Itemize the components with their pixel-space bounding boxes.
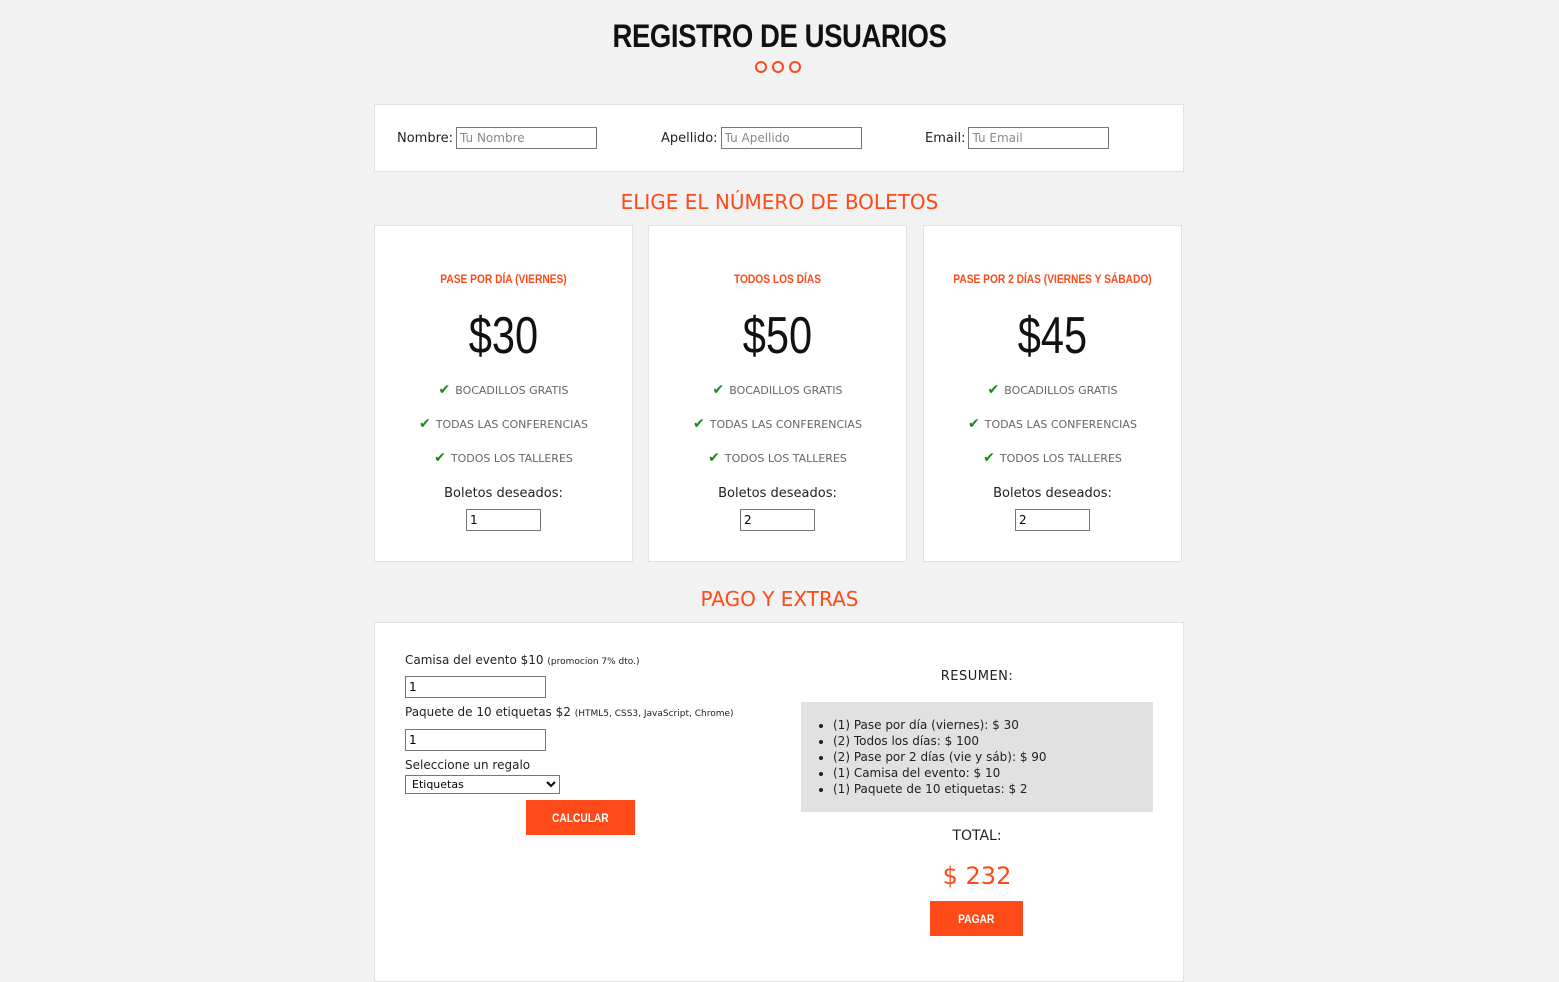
- ticket-card-viernes: PASE POR DÍA (VIERNES) $30 ✔ BOCADILLOS G…: [374, 225, 633, 562]
- payment-section-title: PAGO Y EXTRAS: [700, 587, 859, 611]
- ticket-quantity-input[interactable]: [740, 509, 815, 531]
- check-icon: ✔: [419, 416, 431, 432]
- circle-icon: [755, 61, 767, 73]
- ticket-quantity-input[interactable]: [466, 509, 541, 531]
- ticket-feature: ✔ BOCADILLOS GRATIS: [987, 382, 1118, 398]
- shirt-label: Camisa del evento $10 (promocion 7% dto.…: [405, 653, 640, 667]
- calculate-button[interactable]: CALCULAR: [526, 800, 635, 835]
- shirt-promo-note: (promocion 7% dto.): [547, 657, 640, 667]
- gift-label: Seleccione un regalo: [405, 758, 531, 772]
- summary-item: (2) Todos los días: $ 100: [833, 733, 1153, 749]
- ticket-features: ✔ BOCADILLOS GRATIS ✔ TODAS LAS CONFERENCI…: [924, 382, 1181, 486]
- email-label: Email:: [925, 130, 966, 146]
- ticket-feature: ✔ BOCADILLOS GRATIS: [712, 382, 843, 398]
- ticket-quantity-label: Boletos deseados:: [444, 486, 563, 501]
- circle-icon: [789, 61, 801, 73]
- ticket-quantity-label: Boletos deseados:: [718, 486, 837, 501]
- gift-select[interactable]: Etiquetas: [405, 775, 560, 794]
- total-amount: $ 232: [942, 862, 1012, 890]
- ticket-feature: ✔ TODAS LAS CONFERENCIAS: [968, 416, 1137, 432]
- nombre-input[interactable]: [456, 127, 598, 149]
- check-icon: ✔: [434, 450, 446, 466]
- pay-button[interactable]: PAGAR: [930, 901, 1023, 936]
- ticket-price: $45: [1017, 307, 1088, 365]
- summary-list: (1) Pase por día (viernes): $ 30 (2) Tod…: [801, 702, 1153, 812]
- apellido-field-group: Apellido:: [661, 127, 862, 149]
- check-icon: ✔: [693, 416, 705, 432]
- check-icon: ✔: [708, 450, 720, 466]
- tickets-section-title: ELIGE EL NÚMERO DE BOLETOS: [620, 190, 939, 214]
- ticket-feature: ✔ BOCADILLOS GRATIS: [438, 382, 569, 398]
- summary-item: (1) Camisa del evento: $ 10: [833, 765, 1153, 781]
- nombre-field-group: Nombre:: [397, 127, 598, 149]
- ticket-feature: ✔ TODOS LOS TALLERES: [434, 450, 573, 466]
- email-field-group: Email:: [925, 127, 1110, 149]
- ticket-feature: ✔ TODOS LOS TALLERES: [983, 450, 1122, 466]
- page-title: REGISTRO DE USUARIOS: [612, 18, 947, 54]
- ticket-quantity-label: Boletos deseados:: [993, 486, 1112, 501]
- summary-item: (2) Pase por 2 días (vie y sáb): $ 90: [833, 749, 1153, 765]
- ticket-name: PASE POR DÍA (VIERNES): [440, 272, 567, 286]
- summary-item: (1) Paquete de 10 etiquetas: $ 2: [833, 781, 1153, 797]
- ticket-name: PASE POR 2 DÍAS (VIERNES Y SÁBADO): [953, 272, 1152, 286]
- apellido-label: Apellido:: [661, 130, 718, 146]
- ticket-name: TODOS LOS DÍAS: [733, 272, 822, 286]
- summary-title: RESUMEN:: [940, 669, 1014, 684]
- user-form: Nombre: Apellido: Email:: [374, 104, 1184, 172]
- ticket-feature: ✔ TODAS LAS CONFERENCIAS: [693, 416, 862, 432]
- check-icon: ✔: [987, 382, 1000, 398]
- ticket-feature: ✔ TODOS LOS TALLERES: [708, 450, 847, 466]
- email-input[interactable]: [968, 127, 1110, 149]
- labels-quantity-input[interactable]: [405, 729, 546, 751]
- shirt-quantity-input[interactable]: [405, 676, 546, 698]
- ticket-card-dos-dias: PASE POR 2 DÍAS (VIERNES Y SÁBADO) $45 ✔…: [923, 225, 1182, 562]
- summary-item: (1) Pase por día (viernes): $ 30: [833, 717, 1153, 733]
- check-icon: ✔: [438, 382, 451, 398]
- ticket-quantity-input[interactable]: [1015, 509, 1090, 531]
- ticket-features: ✔ BOCADILLOS GRATIS ✔ TODAS LAS CONFERENCI…: [375, 382, 632, 486]
- ticket-feature: ✔ TODAS LAS CONFERENCIAS: [419, 416, 588, 432]
- payment-box: Camisa del evento $10 (promocion 7% dto.…: [374, 622, 1184, 982]
- apellido-input[interactable]: [720, 127, 862, 149]
- ticket-features: ✔ BOCADILLOS GRATIS ✔ TODAS LAS CONFERENCI…: [649, 382, 906, 486]
- total-title: TOTAL:: [952, 828, 1002, 844]
- labels-package-note: (HTML5, CSS3, JavaScript, Chrome): [574, 709, 734, 719]
- nombre-label: Nombre:: [397, 130, 454, 146]
- ticket-card-todos: TODOS LOS DÍAS $50 ✔ BOCADILLOS GRATIS ✔ T…: [648, 225, 907, 562]
- labels-package-label: Paquete de 10 etiquetas $2 (HTML5, CSS3,…: [405, 705, 734, 719]
- check-icon: ✔: [712, 382, 725, 398]
- check-icon: ✔: [968, 416, 980, 432]
- ticket-price: $30: [468, 307, 539, 365]
- check-icon: ✔: [983, 450, 995, 466]
- circle-icon: [772, 61, 784, 73]
- title-decoration: [755, 61, 801, 73]
- ticket-price: $50: [742, 307, 813, 365]
